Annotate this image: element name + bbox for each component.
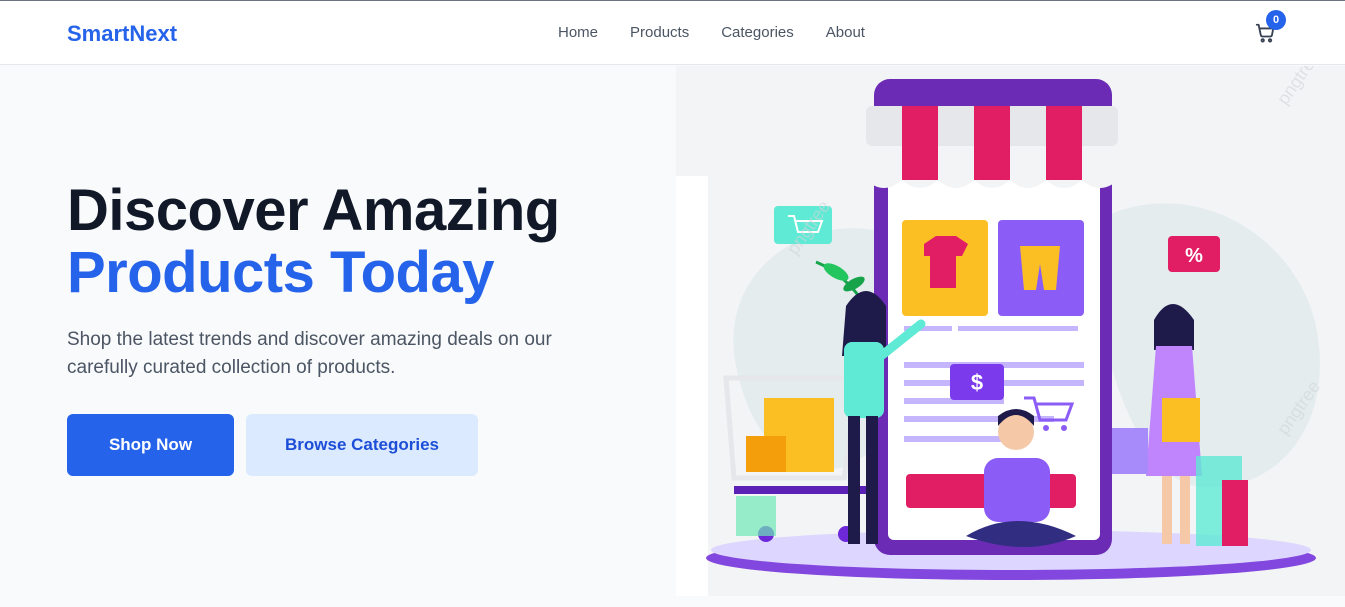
nav-home[interactable]: Home [558,24,598,41]
hero-title-line2: Products Today [67,240,494,305]
shop-now-button[interactable]: Shop Now [67,414,234,476]
nav-products[interactable]: Products [630,24,689,41]
hero-content: Discover Amazing Products Today Shop the… [67,180,627,476]
hero-subtitle: Shop the latest trends and discover amaz… [67,329,552,378]
cart-count-badge: 0 [1266,10,1286,30]
browse-categories-button[interactable]: Browse Categories [246,414,478,476]
main-nav: Home Products Categories About [558,24,865,41]
nav-about[interactable]: About [826,24,865,41]
svg-text:$: $ [971,370,983,395]
hero-buttons: Shop Now Browse Categories [67,414,627,476]
logo[interactable]: SmartNext [67,21,177,47]
nav-categories[interactable]: Categories [721,24,794,41]
hero-title: Discover Amazing Products Today [67,180,627,304]
hero-title-line1: Discover Amazing [67,178,560,243]
svg-text:%: % [1185,245,1203,267]
site-header: SmartNext Home Products Categories About [0,1,1345,65]
hero-illustration: $ % pngtree pngtree pngtree [676,47,1345,596]
